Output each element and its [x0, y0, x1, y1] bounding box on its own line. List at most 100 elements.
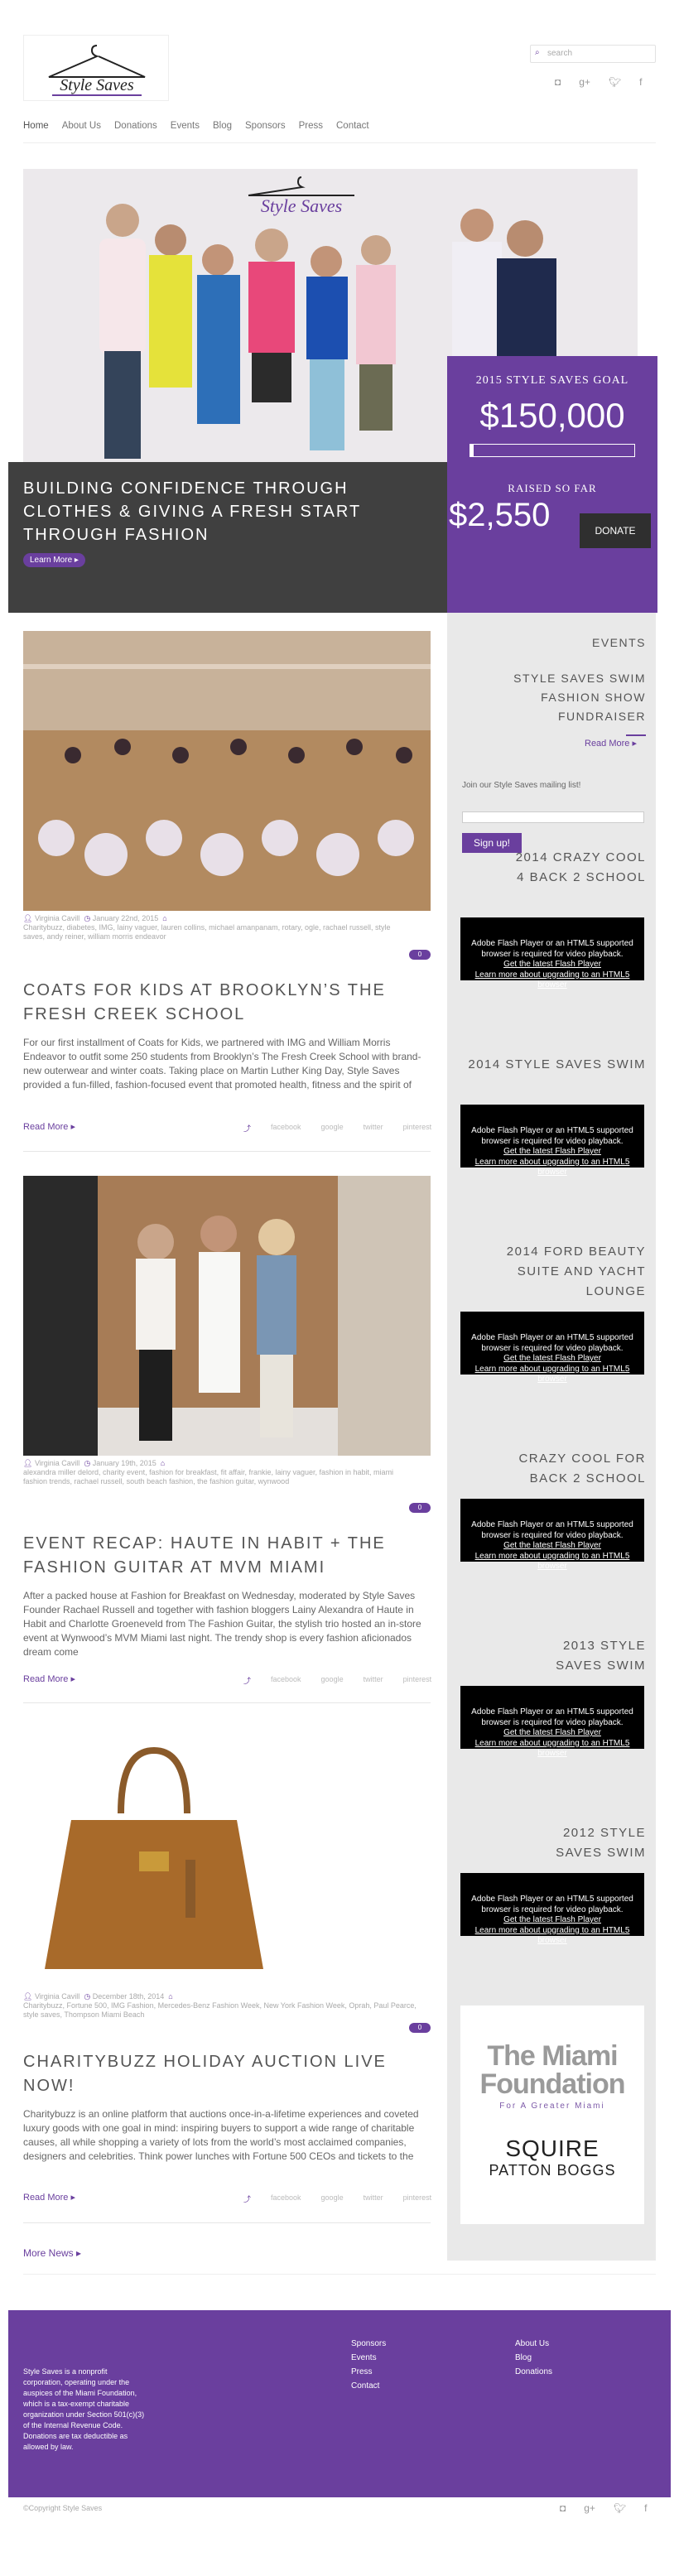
- raised-amount: $2,550: [449, 497, 551, 533]
- post-1-author[interactable]: Virginia Cavill: [35, 914, 79, 922]
- get-flash-link[interactable]: Get the latest Flash Player: [503, 1354, 601, 1363]
- post-2-author[interactable]: Virginia Cavill: [35, 1459, 79, 1467]
- instagram-icon[interactable]: ◘: [555, 76, 561, 88]
- post-1-comment-count[interactable]: 0: [409, 950, 431, 960]
- upgrade-html5-link[interactable]: Learn more about upgrading to an HTML5 b…: [475, 1926, 630, 1946]
- upgrade-html5-link[interactable]: Learn more about upgrading to an HTML5 b…: [475, 1158, 630, 1177]
- share-facebook[interactable]: facebook: [271, 2193, 301, 2204]
- post-2-excerpt: After a packed house at Fashion for Brea…: [23, 1590, 421, 1658]
- share-google[interactable]: google: [321, 2193, 344, 2204]
- donate-button[interactable]: Donate: [580, 513, 651, 548]
- share-facebook[interactable]: facebook: [271, 1123, 301, 1134]
- more-news-link[interactable]: More News ▸: [23, 2247, 81, 2259]
- video-player-4[interactable]: Adobe Flash Player or an HTML5 supported…: [460, 1499, 644, 1571]
- instagram-icon[interactable]: ◘: [560, 2502, 566, 2514]
- google-plus-icon[interactable]: g+: [579, 76, 590, 88]
- share-pinterest[interactable]: pinterest: [403, 2193, 432, 2204]
- post-3-title[interactable]: CharityBuzz Holiday Auction Live Now!: [23, 2050, 431, 2098]
- post-1-title[interactable]: Coats for Kids at Brooklyn’s The Fresh C…: [23, 979, 431, 1027]
- get-flash-link[interactable]: Get the latest Flash Player: [503, 1541, 601, 1550]
- share-google[interactable]: google: [321, 1675, 344, 1686]
- post-1-read-more[interactable]: Read More ▸: [23, 1121, 75, 1132]
- content-divider: [23, 2274, 656, 2275]
- event-read-more[interactable]: Read More ▸: [585, 738, 637, 749]
- patton-boggs-logo[interactable]: PATTON BOGGS: [460, 2162, 644, 2179]
- facebook-icon[interactable]: f: [639, 76, 642, 88]
- post-2-image[interactable]: [23, 1176, 431, 1456]
- get-flash-link[interactable]: Get the latest Flash Player: [503, 1147, 601, 1156]
- footer-link-press[interactable]: Press: [351, 2365, 386, 2379]
- search-placeholder: search: [547, 49, 573, 58]
- video-player-2[interactable]: Adobe Flash Player or an HTML5 supported…: [460, 1105, 644, 1177]
- footer-link-contact[interactable]: Contact: [351, 2379, 386, 2393]
- hero-banner-title: Building confidence through clothes & gi…: [23, 479, 361, 544]
- facebook-icon[interactable]: f: [644, 2502, 647, 2514]
- video-player-5[interactable]: Adobe Flash Player or an HTML5 supported…: [460, 1686, 644, 1758]
- post-3-read-more[interactable]: Read More ▸: [23, 2192, 75, 2203]
- google-plus-icon[interactable]: g+: [584, 2502, 595, 2514]
- search-input[interactable]: ⌕ search: [530, 45, 656, 63]
- post-1-tags[interactable]: Charitybuzz, diabetes, IMG, lainy vaguer…: [23, 923, 391, 941]
- nav-donations[interactable]: Donations: [114, 121, 157, 131]
- post-3-tags[interactable]: Charitybuzz, Fortune 500, IMG Fashion, M…: [23, 2001, 417, 2019]
- site-logo[interactable]: Style Saves: [23, 35, 169, 101]
- nav-about-us[interactable]: About Us: [62, 121, 101, 131]
- twitter-icon[interactable]: 🐦︎: [614, 2502, 626, 2514]
- miami-foundation-logo[interactable]: The Miami Foundation: [460, 2042, 644, 2098]
- copyright: ©Copyright Style Saves: [23, 2504, 103, 2512]
- footer-link-donations[interactable]: Donations: [515, 2365, 552, 2379]
- get-flash-link[interactable]: Get the latest Flash Player: [503, 1915, 601, 1924]
- post-divider: [23, 1702, 431, 1703]
- goal-progress-fill: [470, 445, 474, 456]
- footer-link-blog[interactable]: Blog: [515, 2351, 552, 2365]
- post-2-share: ⤴ facebook google twitter pinterest: [243, 1675, 431, 1686]
- twitter-icon[interactable]: 🐦︎: [609, 76, 621, 88]
- share-twitter[interactable]: twitter: [364, 1675, 383, 1686]
- upgrade-html5-link[interactable]: Learn more about upgrading to an HTML5 b…: [475, 970, 630, 990]
- post-2-tags[interactable]: alexandra miller delord, charity event, …: [23, 1468, 393, 1485]
- mailing-email-input[interactable]: [462, 811, 644, 823]
- post-2-read-more[interactable]: Read More ▸: [23, 1673, 75, 1684]
- post-2-meta: 👤︎ Virginia Cavill ◷ January 19th, 2015 …: [23, 1459, 404, 1486]
- upgrade-html5-link[interactable]: Learn more about upgrading to an HTML5 b…: [475, 1365, 630, 1384]
- footer-link-sponsors[interactable]: Sponsors: [351, 2337, 386, 2351]
- share-facebook[interactable]: facebook: [271, 1675, 301, 1686]
- footer-link-events[interactable]: Events: [351, 2351, 386, 2365]
- share-google[interactable]: google: [321, 1123, 344, 1134]
- post-1-image[interactable]: [23, 631, 431, 911]
- share-icon: ⤴: [243, 1677, 252, 1685]
- get-flash-link[interactable]: Get the latest Flash Player: [503, 1728, 601, 1737]
- footer-link-about-us[interactable]: About Us: [515, 2337, 552, 2351]
- get-flash-link[interactable]: Get the latest Flash Player: [503, 960, 601, 969]
- post-1-meta: 👤︎ Virginia Cavill ◷ January 22nd, 2015 …: [23, 914, 404, 941]
- squire-logo[interactable]: SQUIRE: [460, 2135, 644, 2162]
- post-3-comment-count[interactable]: 0: [409, 2023, 431, 2033]
- video-player-3[interactable]: Adobe Flash Player or an HTML5 supported…: [460, 1312, 644, 1384]
- post-1-excerpt: For our first installment of Coats for K…: [23, 1037, 421, 1091]
- author-icon: 👤︎: [23, 914, 33, 922]
- nav-blog[interactable]: Blog: [213, 121, 232, 131]
- upgrade-html5-link[interactable]: Learn more about upgrading to an HTML5 b…: [475, 1552, 630, 1572]
- post-3-author[interactable]: Virginia Cavill: [35, 1992, 79, 2001]
- nav-press[interactable]: Press: [299, 121, 323, 131]
- video-player-6[interactable]: Adobe Flash Player or an HTML5 supported…: [460, 1873, 644, 1945]
- post-3-image[interactable]: [23, 1727, 285, 1989]
- upgrade-html5-link[interactable]: Learn more about upgrading to an HTML5 b…: [475, 1739, 630, 1759]
- nav-events[interactable]: Events: [171, 121, 200, 131]
- share-twitter[interactable]: twitter: [364, 1123, 383, 1134]
- share-pinterest[interactable]: pinterest: [403, 1123, 432, 1134]
- tag-icon: ⌂: [168, 1992, 173, 2001]
- goal-panel: 2015 Style Saves Goal $150,000 Raised so…: [447, 356, 657, 613]
- share-twitter[interactable]: twitter: [364, 2193, 383, 2204]
- nav-home[interactable]: Home: [23, 121, 49, 131]
- hero-learn-more-button[interactable]: Learn More ▸: [23, 553, 85, 567]
- event-name[interactable]: Style Saves Swim Fashion Show Fundraiser: [489, 669, 646, 726]
- share-pinterest[interactable]: pinterest: [403, 1675, 432, 1686]
- nav-contact[interactable]: Contact: [336, 121, 369, 131]
- goal-progress-bar: [470, 444, 635, 457]
- post-2-title[interactable]: Event Recap: Haute in Habit + The Fashio…: [23, 1532, 431, 1580]
- video-title-5: 2013 Style Saves Swim: [556, 1639, 646, 1673]
- nav-sponsors[interactable]: Sponsors: [245, 121, 286, 131]
- post-2-comment-count[interactable]: 0: [409, 1503, 431, 1513]
- video-player-1[interactable]: Adobe Flash Player or an HTML5 supported…: [460, 917, 644, 989]
